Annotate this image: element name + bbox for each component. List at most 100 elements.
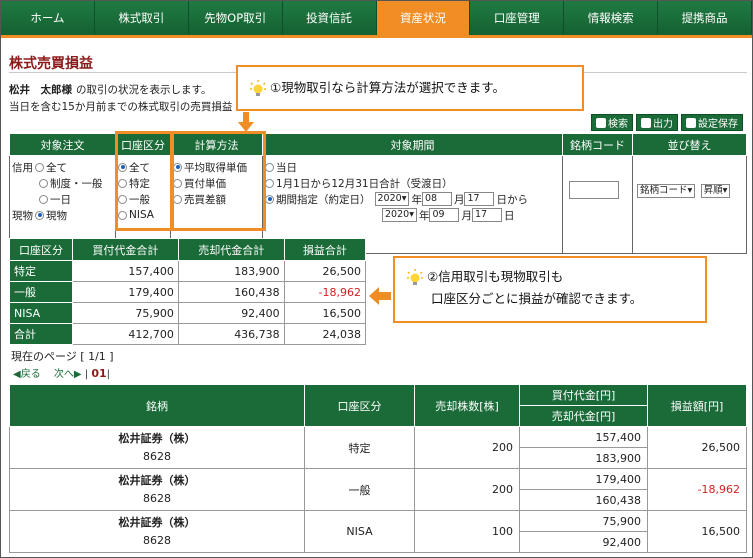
detail-header-account: 口座区分 <box>304 384 415 427</box>
nav-home[interactable]: ホーム <box>1 1 95 35</box>
search-label: 検索 <box>608 119 628 130</box>
detail-buy-cell: 75,900 <box>519 510 648 532</box>
summary-table: 口座区分 買付代金合計 売却代金合計 損益合計 特定 157,400 183,900… <box>9 238 367 345</box>
summary-cell: 16,500 <box>283 302 367 324</box>
sort-key-value: 銘柄コード <box>640 185 688 196</box>
summary-row: 合計 412,700 436,738 24,038 <box>9 323 367 345</box>
nav-funds[interactable]: 投資信託 <box>282 1 377 35</box>
period-note: 当日を含む15か月前までの株式取引の売買損益 <box>9 101 233 113</box>
sort-key-select[interactable]: 銘柄コード▾ <box>637 184 696 198</box>
nav-stock[interactable]: 株式取引 <box>94 1 189 35</box>
prev-link[interactable]: ◀戻る <box>13 369 41 380</box>
summary-cell: 合計 <box>9 323 73 345</box>
detail-account-cell: NISA <box>304 510 415 553</box>
save-label: 設定保存 <box>698 119 738 130</box>
stock-name: 松井証券（株） <box>118 473 196 487</box>
detail-account-cell: 一般 <box>304 468 415 511</box>
period-year-radio[interactable] <box>265 178 274 188</box>
nav-assets[interactable]: 資産状況 <box>376 1 471 35</box>
period-range-label: 期間指定（約定日） <box>276 193 371 206</box>
detail-sell-cell: 183,900 <box>519 447 648 469</box>
summary-cell: 179,400 <box>72 281 179 303</box>
stock-code-input[interactable] <box>569 181 619 199</box>
sort-order-select[interactable]: 昇順▾ <box>700 184 731 198</box>
credit-label: 信用 <box>12 161 33 174</box>
nav-partner[interactable]: 提携商品 <box>658 1 752 35</box>
output-label: 出力 <box>653 119 673 130</box>
nav-futures[interactable]: 先物OP取引 <box>188 1 283 35</box>
credit-all-radio[interactable] <box>35 162 44 172</box>
summary-cell: 26,500 <box>283 260 367 282</box>
cash-radio[interactable] <box>35 210 44 220</box>
credit-day-label: 一日 <box>50 193 71 206</box>
nav-account[interactable]: 口座管理 <box>470 1 565 35</box>
detail-header-qty: 売却株数[株] <box>414 384 520 427</box>
callout-summary-line1: ②信用取引も現物取引も <box>427 269 564 284</box>
filter-header-period: 対象期間 <box>262 133 563 156</box>
summary-row: NISA 75,900 92,400 16,500 <box>9 302 367 324</box>
to-year-select[interactable]: 2020▾ <box>382 208 417 222</box>
stock-code: 8628 <box>143 491 171 505</box>
summary-cell: 92,400 <box>177 302 285 324</box>
output-button[interactable]: 出力 <box>636 114 678 131</box>
to-month-input[interactable]: 09 <box>429 208 460 222</box>
nav-info[interactable]: 情報検索 <box>564 1 659 35</box>
summary-cell: -18,962 <box>283 281 367 303</box>
user-name: 松井 太郎様 <box>9 84 72 96</box>
to-day-input[interactable]: 17 <box>471 208 502 222</box>
detail-pl-cell: 26,500 <box>647 426 747 469</box>
next-link[interactable]: 次へ▶ <box>54 369 82 380</box>
to-year-value: 2020 <box>385 209 410 220</box>
period-today-label: 当日 <box>276 161 297 174</box>
filter-header-code: 銘柄コード <box>562 133 633 156</box>
cash-label: 現物 <box>12 209 33 222</box>
summary-cell: 特定 <box>9 260 73 282</box>
table-row: 松井証券（株） 8628 一般 200 179,400 -18,962 <box>9 468 747 511</box>
pager: ◀戻る 次へ▶ | 01| <box>13 367 111 380</box>
stock-name: 松井証券（株） <box>118 515 196 529</box>
top-nav: ホーム 株式取引 先物OP取引 投資信託 資産状況 口座管理 情報検索 提携商品 <box>1 1 752 35</box>
prev-label: 戻る <box>20 369 41 380</box>
user-suffix: の取引の状況を表示します。 <box>76 84 212 96</box>
from-day-input[interactable]: 17 <box>464 192 495 206</box>
detail-qty-cell: 200 <box>414 426 520 469</box>
page-info: 現在のページ [ 1/1 ] <box>11 350 114 363</box>
period-today-radio[interactable] <box>265 162 274 172</box>
page-number-link[interactable]: 01 <box>91 367 106 380</box>
toolbar: 検索 出力 設定保存 <box>591 114 743 131</box>
from-year-select[interactable]: 2020▾ <box>374 192 410 206</box>
table-row: 松井証券（株） 8628 NISA 100 75,900 16,500 <box>9 510 747 553</box>
detail-header-buy: 買付代金[円] <box>519 384 648 406</box>
print-icon <box>641 117 651 128</box>
page-title: 株式売買損益 <box>9 56 93 72</box>
from-month-unit: 月 <box>453 193 465 206</box>
period-year-label: 1月1日から12月31日合計（受渡日） <box>276 177 453 190</box>
search-button[interactable]: 検索 <box>591 114 633 131</box>
credit-system-label: 制度・一般 <box>50 177 103 190</box>
period-range-radio[interactable] <box>265 194 274 204</box>
credit-day-radio[interactable] <box>39 194 48 204</box>
code-cell <box>562 155 633 254</box>
gear-icon <box>686 117 696 128</box>
callout-arrow-down <box>238 112 254 132</box>
credit-system-radio[interactable] <box>39 178 48 188</box>
stock-code: 8628 <box>143 533 171 547</box>
from-month-input[interactable]: 08 <box>421 192 452 206</box>
summary-cell: 24,038 <box>283 323 367 345</box>
filter-header-order: 対象注文 <box>9 133 116 156</box>
save-settings-button[interactable]: 設定保存 <box>681 114 743 131</box>
from-year-value: 2020 <box>377 193 402 204</box>
detail-pl-cell: -18,962 <box>647 468 747 511</box>
detail-header-name: 銘柄 <box>9 384 305 427</box>
summary-header-sell: 売却代金合計 <box>177 238 285 261</box>
to-day-unit: 日 <box>503 209 515 222</box>
detail-sell-cell: 92,400 <box>519 531 648 553</box>
account-highlight <box>115 131 173 231</box>
summary-cell: 436,738 <box>177 323 285 345</box>
summary-header-account: 口座区分 <box>9 238 73 261</box>
detail-buy-cell: 157,400 <box>519 426 648 448</box>
next-label: 次へ <box>53 369 74 380</box>
from-day-unit: 日から <box>496 193 528 206</box>
credit-all-label: 全て <box>46 161 67 174</box>
detail-header-pl: 損益額[円] <box>647 384 747 427</box>
